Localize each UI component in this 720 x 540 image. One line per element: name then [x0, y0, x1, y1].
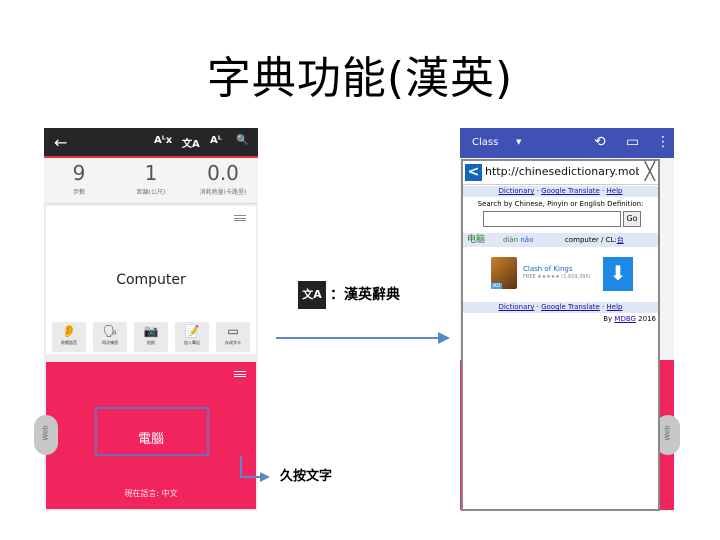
link-row-bottom: Dictionary · Google Translate · Help	[463, 302, 658, 313]
save-card-button[interactable]: ▭ 存成字卡	[216, 322, 250, 352]
ad-rating: FREE ★★★★★ (1,659,395)	[523, 274, 591, 280]
stat-steps: 9 步數	[72, 161, 86, 196]
mdbg-link[interactable]: MDBG	[614, 315, 636, 323]
url-text[interactable]: http://chinesedictionary.mobi/?t	[485, 165, 639, 178]
card-icon: ▭	[227, 324, 239, 338]
go-button[interactable]: Go	[623, 211, 641, 227]
highlight-box	[95, 407, 209, 456]
callout-arrowhead	[260, 472, 270, 482]
callout-line	[240, 476, 260, 478]
listen-button[interactable]: 👂 聆聽語音	[52, 322, 86, 352]
english-word[interactable]: Computer	[46, 272, 256, 288]
dictionary-icon: 文A	[298, 281, 326, 309]
translate-lx-icon[interactable]: Aᴸx	[154, 135, 172, 146]
popup-back-icon[interactable]: <	[465, 164, 482, 181]
url-bar: < http://chinesedictionary.mobi/?t ╳	[463, 161, 658, 185]
google-translate-link[interactable]: Google Translate	[541, 187, 600, 195]
dictionary-link[interactable]: Dictionary	[499, 303, 535, 311]
menu-icon[interactable]	[234, 215, 246, 221]
callout-line	[240, 456, 242, 478]
google-translate-link[interactable]: Google Translate	[541, 303, 600, 311]
current-language: 現在語言: 中文	[124, 489, 178, 498]
stat-distance: 1 距離(公尺)	[136, 161, 166, 196]
search-label: Search by Chinese, Pinyin or English Def…	[477, 200, 644, 208]
help-link[interactable]: Help	[607, 187, 623, 195]
dictionary-popup: < http://chinesedictionary.mobi/?t ╳ Dic…	[461, 159, 660, 511]
add-note-button[interactable]: 📝 加入筆記	[175, 322, 209, 352]
result-hanzi[interactable]: 电脑	[467, 233, 485, 247]
left-app-bar: ← Aᴸx 文A Aᴸ 🔍	[44, 128, 258, 158]
practice-button[interactable]: 🗣 再次練習	[93, 322, 127, 352]
camera-icon: 📷	[143, 324, 159, 338]
measure-word-link[interactable]: 台	[617, 236, 624, 244]
search-input[interactable]	[483, 211, 621, 227]
long-press-label: 久按文字	[280, 469, 333, 484]
dictionary-label: ：漢英辭典	[330, 287, 400, 303]
voice-icon: 🗣	[102, 324, 118, 338]
ear-icon: 👂	[61, 324, 77, 338]
ad-banner[interactable]: AD Clash of Kings FREE ★★★★★ (1,659,395)…	[491, 257, 633, 293]
result-definition: computer / CL:台	[565, 236, 624, 244]
flow-arrowhead	[438, 332, 450, 344]
image-search-icon[interactable]: 🔍	[236, 135, 248, 146]
translate-l-icon[interactable]: Aᴸ	[210, 135, 222, 146]
slide-title: 字典功能(漢英)	[206, 53, 514, 104]
stat-calories: 0.0 消耗熱量(卡路里)	[199, 161, 247, 196]
dictionary-icon[interactable]: 文A	[182, 135, 200, 150]
ad-badge: AD	[491, 283, 503, 289]
note-icon: 📝	[184, 324, 200, 338]
action-row: 👂 聆聽語音 🗣 再次練習 📷 拍照 📝 加入筆記 ▭ 存成字卡	[48, 322, 254, 352]
link-row-top: Dictionary · Google Translate · Help	[463, 186, 658, 197]
more-icon[interactable]: ⋮	[656, 134, 670, 150]
result-pinyin: diàn nǎo	[503, 236, 534, 244]
class-selector[interactable]: Class	[472, 137, 498, 148]
dictionary-link[interactable]: Dictionary	[499, 187, 535, 195]
download-icon[interactable]: ⬇	[603, 257, 633, 291]
right-app-bar: Class ▼ ⟲ ▭ ⋮	[460, 128, 674, 158]
result-row: 电脑 diàn nǎo computer / CL:台	[463, 233, 658, 247]
ad-title: Clash of Kings	[523, 265, 573, 273]
stats-bar: 9 步數 1 距離(公尺) 0.0 消耗熱量(卡路里)	[44, 158, 258, 204]
photo-button[interactable]: 📷 拍照	[134, 322, 168, 352]
credit-line: By MDBG 2016	[603, 315, 656, 323]
back-arrow-icon[interactable]: ←	[54, 133, 67, 152]
help-link[interactable]: Help	[607, 303, 623, 311]
word-card: Computer 👂 聆聽語音 🗣 再次練習 📷 拍照 📝 加入筆記 ▭ 存成字…	[46, 206, 256, 354]
window-icon[interactable]: ▭	[626, 134, 639, 150]
close-icon[interactable]: ╳	[645, 162, 655, 182]
history-icon[interactable]: ⟲	[594, 134, 606, 150]
flow-arrow	[276, 337, 440, 339]
menu-icon[interactable]	[234, 371, 246, 377]
dropdown-icon[interactable]: ▼	[516, 138, 521, 146]
slide: 字典功能(漢英) ← Aᴸx 文A Aᴸ 🔍 9 步數 1 距離(公尺) 0.0…	[0, 0, 720, 540]
web-side-tab[interactable]: Web	[34, 415, 58, 455]
